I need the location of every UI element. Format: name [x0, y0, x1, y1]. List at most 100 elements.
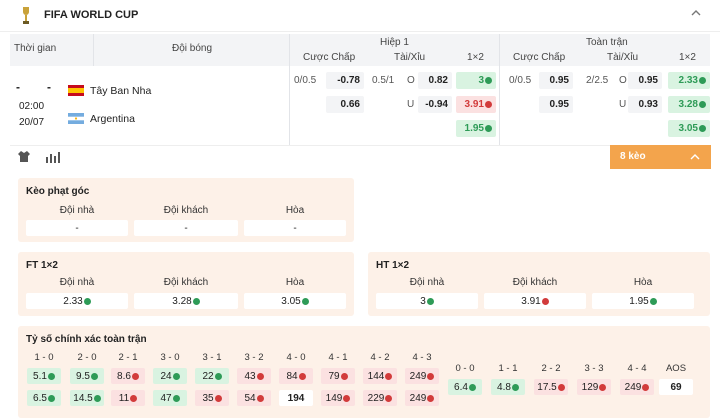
ft12-draw-odds[interactable]: 3.05	[244, 293, 346, 309]
h1-handicap-away[interactable]: 0.66	[326, 96, 364, 113]
ft-1x2-away-value: 3.28	[678, 99, 698, 110]
draw-score-label: 1 - 1	[498, 363, 518, 374]
ft-over-odds[interactable]: 0.95	[628, 72, 662, 89]
draw-score-odds[interactable]: 4.8	[491, 379, 525, 395]
draw-score-odds-value: 129	[581, 381, 599, 393]
more-markets-button[interactable]: 8 kèo	[610, 145, 711, 169]
ft-1x2-home-value: 2.33	[678, 75, 698, 86]
ht12-home-label: Đội nhà	[409, 277, 445, 288]
away-team-name[interactable]: Argentina	[90, 113, 135, 125]
ft12-title: FT 1×2	[26, 260, 58, 271]
score-odds[interactable]: 249	[405, 390, 439, 406]
arrow-down-icon	[214, 394, 222, 402]
h1-handicap-line: 0/0.5	[294, 75, 317, 86]
score-odds[interactable]: 144	[363, 368, 397, 384]
score-odds[interactable]: 194	[279, 390, 313, 406]
arrow-up-icon	[699, 77, 706, 84]
chevron-up-icon[interactable]	[690, 6, 702, 22]
score-odds[interactable]: 43	[237, 368, 271, 384]
ft-1x2-home[interactable]: 2.33	[668, 72, 710, 89]
score-odds[interactable]: 8.6	[111, 368, 145, 384]
draw-score-odds[interactable]: 129	[577, 379, 611, 395]
corner-title: Kèo phạt góc	[26, 186, 90, 197]
h1-1x2-home[interactable]: 3	[456, 72, 496, 89]
score-odds-value: 14.5	[73, 392, 93, 404]
corner-away-odds[interactable]: -	[134, 220, 238, 236]
spain-flag-icon	[68, 85, 84, 96]
divider	[499, 34, 500, 146]
arrow-up-icon	[192, 297, 200, 305]
score-odds[interactable]: 54	[237, 390, 271, 406]
arrow-down-icon	[256, 394, 264, 402]
ft-1x2-away[interactable]: 3.28	[668, 96, 710, 113]
score-odds[interactable]: 24	[153, 368, 187, 384]
h1-1x2-draw[interactable]: 1.95	[456, 120, 496, 137]
col-team: Đội bóng	[172, 43, 213, 54]
corner-draw-odds[interactable]: -	[244, 220, 346, 236]
score-odds[interactable]: 84	[279, 368, 313, 384]
draw-score-odds[interactable]: 6.4	[448, 379, 482, 395]
h1-handicap-home[interactable]: -0.78	[326, 72, 364, 89]
ft12-home-value: 2.33	[63, 295, 83, 307]
corner-home-odds[interactable]: -	[26, 220, 128, 236]
score-odds[interactable]: 11	[111, 390, 145, 406]
col-time: Thời gian	[14, 43, 57, 54]
arrow-down-icon	[385, 394, 393, 402]
score-odds-value: 229	[367, 392, 385, 404]
arrow-up-icon	[172, 394, 180, 402]
h1-over-odds[interactable]: 0.82	[418, 72, 452, 89]
ht12-home-odds[interactable]: 3	[376, 293, 478, 309]
ft-1x2-draw[interactable]: 3.05	[668, 120, 710, 137]
arrow-down-icon	[298, 372, 306, 380]
score-odds-value: 43	[244, 370, 256, 382]
ft-handicap-home[interactable]: 0.95	[539, 72, 573, 89]
score-odds[interactable]: 6.5	[27, 390, 61, 406]
home-team-name[interactable]: Tây Ban Nha	[90, 85, 151, 97]
score-odds[interactable]: 79	[321, 368, 355, 384]
arrow-up-icon	[172, 372, 180, 380]
score-odds-value: 8.6	[117, 370, 131, 382]
score-odds-value: 6.5	[33, 392, 47, 404]
draw-score-odds[interactable]: 17.5	[534, 379, 568, 395]
ft12-away-odds[interactable]: 3.28	[134, 293, 238, 309]
ht12-draw-odds[interactable]: 1.95	[592, 293, 694, 309]
sub-ou-h1: Tài/Xỉu	[394, 52, 426, 63]
score-label: 2 - 0	[77, 352, 97, 363]
score-odds[interactable]: 149	[321, 390, 355, 406]
ft-under-odds[interactable]: 0.93	[628, 96, 662, 113]
arrow-up-icon	[649, 297, 657, 305]
corner-away-label: Đội khách	[163, 205, 209, 216]
arrow-up-icon	[301, 297, 309, 305]
ft-1x2-draw-value: 3.05	[678, 123, 698, 134]
sub-handicap-h1: Cược Chấp	[303, 52, 356, 63]
score-odds[interactable]: 9.5	[70, 368, 104, 384]
score-odds[interactable]: 229	[363, 390, 397, 406]
score-odds[interactable]: 22	[195, 368, 229, 384]
score-odds[interactable]: 14.5	[70, 390, 104, 406]
score-odds[interactable]: 47	[153, 390, 187, 406]
shirt-icon[interactable]	[18, 151, 30, 162]
draw-score-odds[interactable]: 249	[620, 379, 654, 395]
ht12-away-label: Đội khách	[512, 277, 558, 288]
score-odds-value: 79	[328, 370, 340, 382]
score-odds[interactable]: 249	[405, 368, 439, 384]
ft-handicap-away[interactable]: 0.95	[539, 96, 573, 113]
statistics-icon[interactable]	[45, 151, 61, 163]
draw-score-label: 4 - 4	[627, 363, 647, 374]
h1-1x2-away[interactable]: 3.91	[456, 96, 496, 113]
h1-under-odds[interactable]: -0.94	[418, 96, 452, 113]
corner-home-label: Đội nhà	[59, 205, 95, 216]
draw-score-odds[interactable]: 69	[659, 379, 693, 395]
score-away: -	[47, 80, 51, 94]
arrow-up-icon	[699, 125, 706, 132]
score-odds[interactable]: 5.1	[27, 368, 61, 384]
ft12-home-odds[interactable]: 2.33	[26, 293, 128, 309]
arrow-up-icon	[214, 372, 222, 380]
score-odds[interactable]: 35	[195, 390, 229, 406]
score-odds-value: 24	[160, 370, 172, 382]
draw-score-label: 0 - 0	[455, 363, 475, 374]
ht12-away-odds[interactable]: 3.91	[484, 293, 586, 309]
score-label: 4 - 0	[286, 352, 306, 363]
score-odds-value: 54	[244, 392, 256, 404]
match-time: 02:00	[19, 101, 45, 112]
